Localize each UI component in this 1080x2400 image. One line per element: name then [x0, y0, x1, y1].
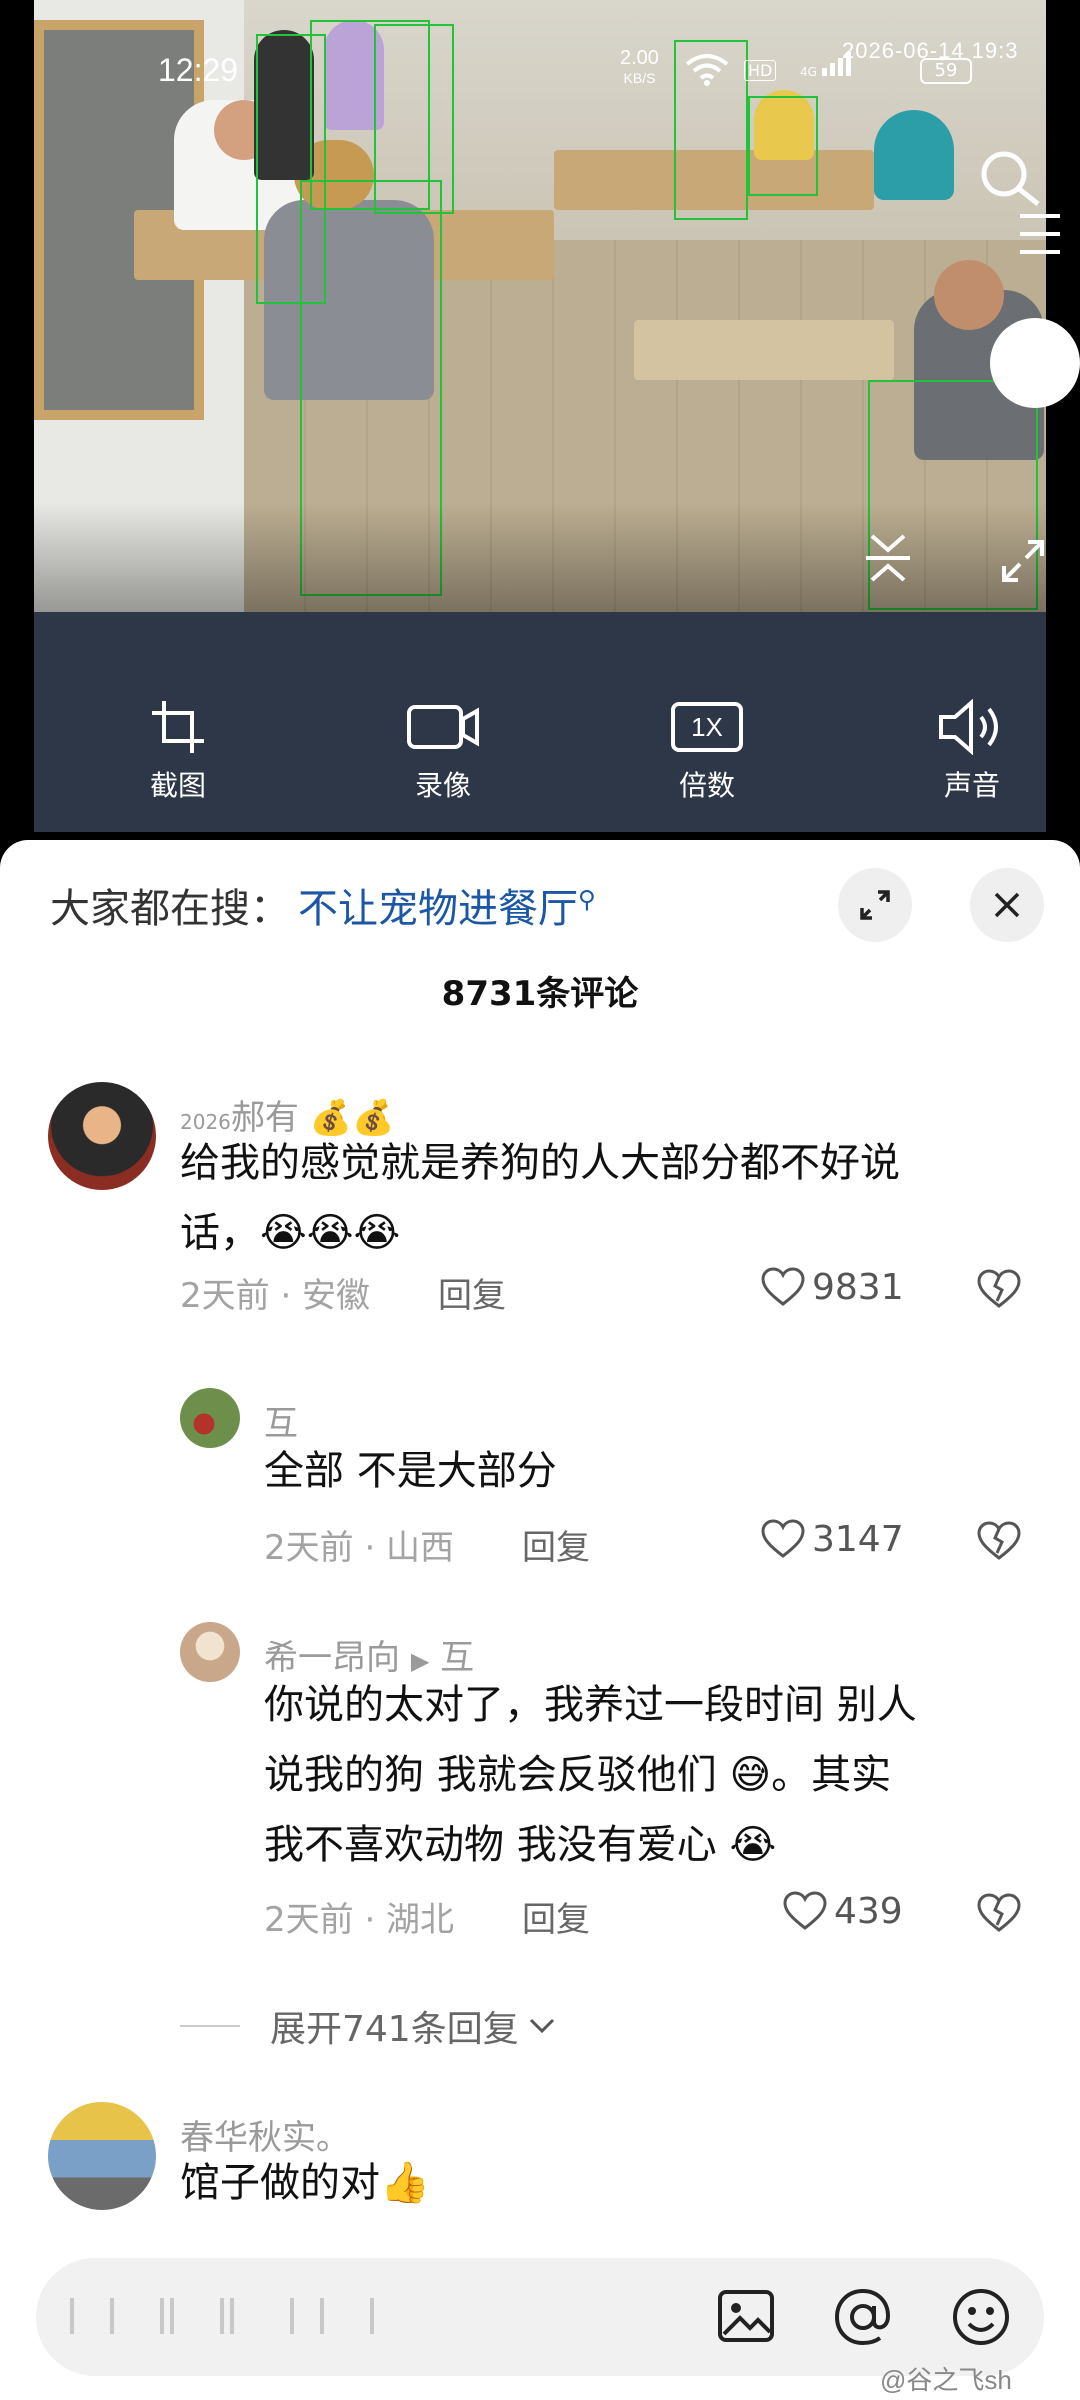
speaker-icon: [907, 698, 1037, 756]
record-label: 录像: [414, 769, 471, 802]
hd-badge: HD: [744, 60, 777, 81]
comment-time-location: 2天前 · 湖北: [264, 1900, 455, 1940]
status-bar: 12:29 2.00 KB/S HD 4G 2026-06-14 19:3 59: [0, 38, 1080, 98]
signal-label: 4G: [800, 65, 817, 79]
expand-icon: [860, 890, 890, 920]
comment-text: 馆子做的对👍: [180, 2148, 430, 2218]
avatar[interactable]: [180, 1622, 240, 1682]
comment-text: 给我的感觉就是养狗的人大部分都不好说 话，😭😭😭: [180, 1128, 900, 1268]
sound-label: 声音: [943, 769, 1000, 802]
screenshot-label: 截图: [149, 769, 206, 802]
comment-text-line: 话，: [180, 1210, 260, 1256]
crying-laughing-emoji-icon: 😭😭😭: [260, 1210, 401, 1256]
network-speed-unit: KB/S: [623, 70, 656, 86]
screen: 12:29 2.00 KB/S HD 4G 2026-06-14 19:3 59…: [0, 0, 1080, 2400]
emoji-icon[interactable]: [950, 2286, 1012, 2352]
heart-icon: [761, 1519, 805, 1558]
comment-text-line-wrap: 我不喜欢动物 我没有爱心 😭: [264, 1810, 917, 1880]
trending-search: 大家都在搜： 不让宠物进餐厅⚲: [50, 876, 596, 934]
comment-text-line-wrap: 话，😭😭😭: [180, 1198, 900, 1268]
trending-search-prefix: 大家都在搜：: [50, 886, 290, 932]
comment-text: 全部 不是大部分: [264, 1448, 557, 1494]
wifi-icon: [684, 52, 730, 90]
reply-button[interactable]: 回复: [522, 1520, 590, 1569]
comment-time-location: 2天前 · 山西: [264, 1528, 455, 1568]
video-person-head: [934, 260, 1004, 330]
reply-button[interactable]: 回复: [438, 1268, 506, 1317]
like-count: 9831: [812, 1266, 904, 1308]
mention-icon[interactable]: [832, 2286, 894, 2352]
image-icon[interactable]: [716, 2286, 776, 2350]
heart-icon: [761, 1267, 805, 1306]
comment-text-line: 馆子做的对: [180, 2160, 380, 2206]
status-time: 12:29: [158, 52, 239, 88]
like-button[interactable]: 3147: [760, 1518, 904, 1560]
close-button[interactable]: [970, 868, 1044, 942]
comment-text: 你说的太对了，我养过一段时间 别人 说我的狗 我就会反驳他们 😅。其实 我不喜欢…: [264, 1670, 917, 1880]
close-icon: [994, 892, 1020, 918]
speed-badge: 1X: [671, 702, 743, 752]
reply-button[interactable]: 回复: [522, 1892, 590, 1941]
side-action-button[interactable]: [990, 318, 1080, 408]
divider: [180, 2025, 240, 2027]
record-button[interactable]: 录像: [378, 698, 508, 804]
dislike-button[interactable]: [976, 1892, 1022, 1938]
crop-icon: [113, 698, 243, 756]
dislike-button[interactable]: [976, 1520, 1022, 1566]
chevron-down-icon: [529, 2018, 554, 2034]
like-count: 439: [834, 1890, 903, 1932]
expand-replies-button[interactable]: 展开741条回复: [180, 2000, 557, 2052]
video-table: [634, 320, 894, 380]
sound-button[interactable]: 声音: [907, 698, 1037, 804]
trending-search-term[interactable]: 不让宠物进餐厅: [298, 886, 578, 932]
search-small-icon: ⚲: [578, 885, 596, 914]
expand-sheet-button[interactable]: [838, 868, 912, 942]
like-button[interactable]: 439: [782, 1890, 903, 1932]
comment-text-line: 说我的狗 我就会反驳他们: [264, 1752, 717, 1798]
collapse-icon[interactable]: [858, 528, 918, 592]
comment-text-line: 给我的感觉就是养狗的人大部分都不好说: [180, 1140, 900, 1186]
comment-text-line: 你说的太对了，我养过一段时间 别人: [264, 1682, 917, 1728]
crying-laughing-emoji-icon: 😭: [729, 1822, 777, 1868]
video-camera-icon: [378, 698, 508, 756]
battery-level: 59: [920, 58, 972, 84]
comment-text-line: 我不喜欢动物 我没有爱心: [264, 1822, 717, 1868]
dislike-button[interactable]: [976, 1268, 1022, 1314]
network-speed-value: 2.00: [620, 47, 659, 69]
video-controls-bar: 截图 录像 1X 倍数 声音: [34, 612, 1046, 832]
avatar[interactable]: [48, 1082, 156, 1190]
avatar[interactable]: [48, 2102, 156, 2210]
comment-time-location: 2天前 · 安徽: [180, 1276, 371, 1316]
network-speed: 2.00 KB/S: [620, 48, 659, 88]
comment-text-line: 。其实: [771, 1752, 892, 1798]
comment-count: 8731条评论: [441, 974, 639, 1014]
like-count: 3147: [812, 1518, 904, 1560]
video-person: [874, 110, 954, 200]
comment-input[interactable]: [36, 2258, 1044, 2376]
broken-heart-icon: [977, 1521, 1021, 1560]
comment-text-line-wrap: 说我的狗 我就会反驳他们 😅。其实: [264, 1740, 917, 1810]
like-button[interactable]: 9831: [760, 1266, 904, 1308]
speed-1x-icon: 1X: [642, 698, 772, 756]
speed-label: 倍数: [678, 769, 735, 802]
expand-replies-label: 展开741条回复: [270, 2009, 519, 2050]
speed-button[interactable]: 1X 倍数: [642, 698, 772, 804]
menu-icon[interactable]: [1010, 200, 1080, 310]
grinning-sweat-emoji-icon: 😅: [729, 1752, 772, 1798]
watermark: @谷之飞sh: [880, 2365, 1012, 2395]
comment-sheet: 大家都在搜： 不让宠物进餐厅⚲ 8731条评论 2026郝有 💰💰 给我的感觉就是…: [0, 840, 1080, 2400]
screenshot-button[interactable]: 截图: [113, 698, 243, 804]
broken-heart-icon: [977, 1893, 1021, 1932]
avatar[interactable]: [180, 1388, 240, 1448]
detection-box: [748, 96, 818, 196]
input-placeholder-blur: [70, 2298, 470, 2334]
thumbs-up-emoji-icon: 👍: [380, 2160, 430, 2206]
heart-icon: [783, 1891, 827, 1930]
fullscreen-icon[interactable]: [1000, 538, 1046, 588]
broken-heart-icon: [977, 1269, 1021, 1308]
